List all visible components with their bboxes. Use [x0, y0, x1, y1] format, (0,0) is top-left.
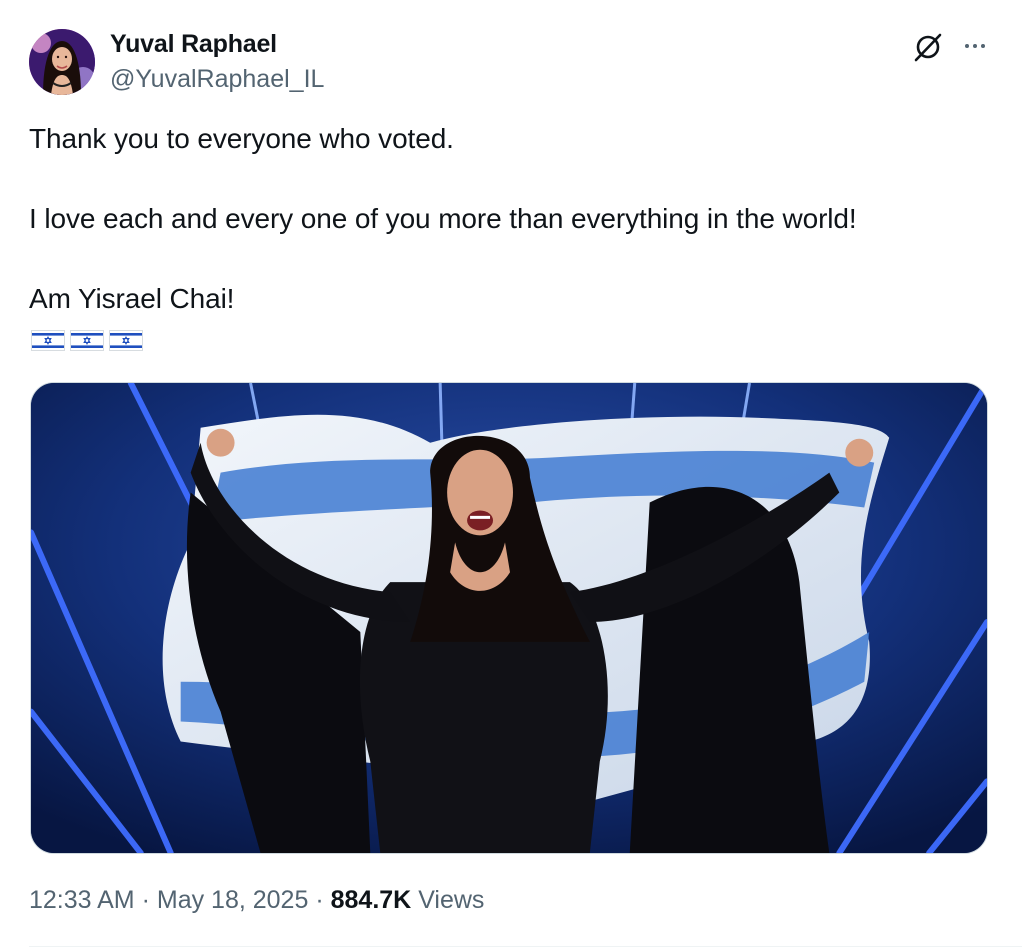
tweet: Yuval Raphael @YuvalRaphael_IL Thank you… [0, 0, 1022, 950]
emoji-row [31, 330, 143, 351]
post-time[interactable]: 12:33 AM [29, 886, 135, 914]
post-text-line: Am Yisrael Chai! [29, 283, 235, 314]
avatar[interactable] [29, 29, 95, 95]
post-text-line: Thank you to everyone who voted. [29, 123, 454, 154]
israel-flag-icon [31, 330, 65, 351]
post-date[interactable]: May 18, 2025 [157, 886, 309, 914]
post-meta: 12:33 AM · May 18, 2025 · 884.7K Views [29, 886, 484, 915]
author-name[interactable]: Yuval Raphael [110, 30, 277, 59]
grok-icon[interactable] [912, 30, 944, 62]
post-media-photo[interactable] [30, 382, 988, 854]
meta-separator: · [315, 886, 324, 914]
views-label: Views [418, 886, 485, 914]
israel-flag-icon [109, 330, 143, 351]
post-text-line: I love each and every one of you more th… [29, 203, 857, 234]
more-options-icon[interactable] [958, 30, 992, 62]
author-handle[interactable]: @YuvalRaphael_IL [110, 65, 324, 94]
divider [29, 946, 1022, 947]
meta-separator: · [141, 886, 150, 914]
views-count[interactable]: 884.7K [331, 886, 412, 914]
israel-flag-icon [70, 330, 104, 351]
